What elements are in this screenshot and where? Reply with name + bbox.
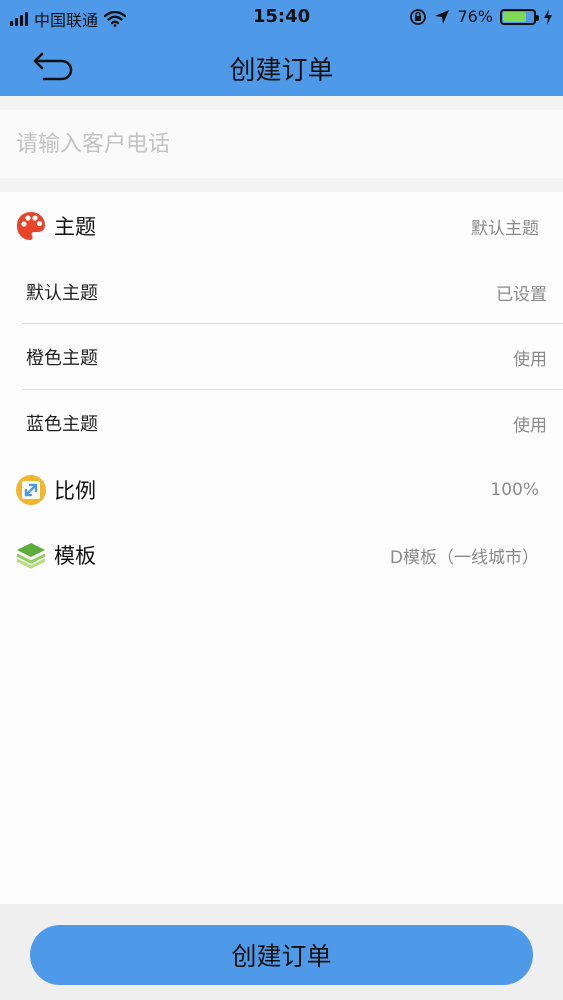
status-bar: 中国联通 15:40 76%	[0, 0, 563, 34]
use-button[interactable]: 使用	[513, 411, 547, 436]
battery-percent: 76%	[457, 7, 493, 26]
scale-value: 100%	[490, 480, 539, 500]
divider	[22, 389, 563, 390]
charging-icon	[544, 8, 552, 25]
create-order-button[interactable]: 创建订单	[30, 925, 533, 985]
template-value: D模板（一线城市）	[389, 547, 539, 568]
theme-option-label: 蓝色主题	[26, 414, 98, 435]
resize-icon	[14, 473, 48, 507]
theme-option-default[interactable]: 默认主题 已设置	[0, 262, 563, 322]
scale-row[interactable]: 比例 100%	[0, 465, 563, 515]
theme-option-status: 已设置	[496, 284, 547, 305]
battery-fill	[503, 11, 526, 22]
theme-label: 主题	[54, 215, 96, 239]
location-icon	[435, 9, 450, 24]
status-right: 76%	[409, 7, 553, 26]
theme-option-label: 橙色主题	[26, 348, 98, 369]
rotation-lock-icon	[410, 8, 427, 25]
theme-row[interactable]: 主题 默认主题	[0, 201, 563, 251]
theme-option-orange[interactable]: 橙色主题 使用	[0, 327, 563, 387]
customer-phone-input[interactable]	[0, 110, 563, 178]
template-label: 模板	[54, 544, 96, 568]
palette-icon	[14, 209, 48, 243]
scale-label: 比例	[54, 479, 96, 503]
battery-icon	[500, 8, 539, 25]
layers-icon	[14, 538, 48, 572]
theme-value: 默认主题	[471, 218, 539, 239]
divider	[22, 323, 563, 324]
template-row[interactable]: 模板 D模板（一线城市）	[0, 530, 563, 580]
theme-option-blue[interactable]: 蓝色主题 使用	[0, 393, 563, 453]
use-button[interactable]: 使用	[513, 345, 547, 370]
theme-option-label: 默认主题	[26, 283, 98, 304]
page-title: 创建订单	[229, 56, 334, 86]
